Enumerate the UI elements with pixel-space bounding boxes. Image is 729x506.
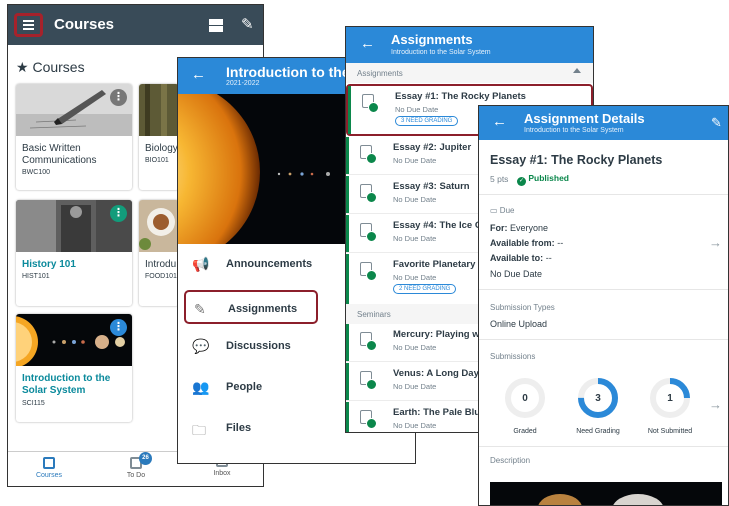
folder-icon: 🗀 xyxy=(192,422,206,438)
submissions-chevron-right-icon[interactable]: → xyxy=(709,397,722,412)
course-code: SCI115 xyxy=(22,400,45,407)
due-section-label: ▭ Due xyxy=(490,206,515,215)
submission-types-label: Submission Types xyxy=(490,303,555,312)
people-icon: 👥 xyxy=(192,379,210,395)
published-assignment-icon xyxy=(360,332,377,351)
submission-types-value: Online Upload xyxy=(490,319,548,329)
course-card-bwc[interactable]: ⋮ Basic Written Communications BWC100 xyxy=(16,84,132,190)
courses-title: Courses xyxy=(54,16,115,33)
check-circle-icon: ✓ xyxy=(517,177,526,186)
course-card-history[interactable]: ⋮ History 101 HIST101 xyxy=(16,200,132,306)
assignment-icon: ✎ xyxy=(194,301,206,317)
course-name: Basic Written Communications xyxy=(22,143,97,166)
details-top-bar: ← Assignment Details Introduction to the… xyxy=(479,106,728,140)
courses-icon xyxy=(43,457,55,469)
assignment-details-screen: ← Assignment Details Introduction to the… xyxy=(478,105,729,506)
description-label: Description xyxy=(490,456,531,465)
published-assignment-icon xyxy=(362,94,379,113)
course-card-image xyxy=(139,200,179,252)
nav-todo[interactable]: 26 To Do xyxy=(106,452,166,479)
details-course-name: Introduction to the Solar System xyxy=(524,127,624,134)
due-date: No Due Date xyxy=(490,269,543,279)
card-options-button[interactable]: ⋮ xyxy=(110,205,127,222)
available-to: Available to: -- xyxy=(490,253,552,263)
discussion-icon: 💬 xyxy=(192,338,210,354)
description-image xyxy=(490,482,722,505)
pencil-icon[interactable]: ✎ xyxy=(241,15,254,33)
needs-grading-badge: 3 NEED GRADING xyxy=(395,116,459,126)
not-submitted-label: Not Submitted xyxy=(647,428,693,435)
graded-count: 0 xyxy=(522,393,528,404)
assignments-top-bar: ← Assignments Introduction to the Solar … xyxy=(346,27,593,63)
course-name: Introduction to the Solar System xyxy=(22,373,111,396)
courses-top-bar: Courses ✎ xyxy=(8,5,263,45)
nav-courses[interactable]: Courses xyxy=(19,452,79,479)
grid-layout-icon[interactable] xyxy=(209,19,223,32)
megaphone-icon: 📢 xyxy=(192,256,210,272)
need-grading-count: 3 xyxy=(595,393,601,404)
published-assignment-icon xyxy=(360,371,377,390)
details-title: Assignment Details xyxy=(524,111,645,126)
published-assignment-icon xyxy=(360,184,377,203)
course-code: BWC100 xyxy=(22,169,51,176)
card-options-button[interactable]: ⋮ xyxy=(110,319,127,336)
back-arrow-icon[interactable]: ← xyxy=(492,113,507,130)
course-code: FOOD101 xyxy=(145,273,177,280)
course-name: Biology xyxy=(145,143,178,154)
due-for: For: Everyone xyxy=(490,223,549,233)
courses-section-heading: ★ Courses xyxy=(16,59,85,75)
course-name: Introdu xyxy=(145,259,177,270)
assignments-course-name: Introduction to the Solar System xyxy=(391,49,491,56)
needs-grading-badge: 2 NEED GRADING xyxy=(393,284,457,294)
hamburger-menu-button[interactable] xyxy=(14,13,43,37)
star-icon: ★ xyxy=(16,59,29,75)
back-arrow-icon[interactable]: ← xyxy=(191,66,206,83)
need-grading-label: Need Grading xyxy=(576,428,620,435)
available-from: Available from: -- xyxy=(490,238,564,248)
course-card-food[interactable]: Introdu FOOD101 xyxy=(139,200,179,306)
published-assignment-icon xyxy=(360,223,377,242)
card-options-button[interactable]: ⋮ xyxy=(110,89,127,106)
course-code: HIST101 xyxy=(22,273,50,280)
back-arrow-icon[interactable]: ← xyxy=(360,35,375,52)
submissions-label: Submissions xyxy=(490,352,536,361)
assignment-title: Essay #1: The Rocky Planets xyxy=(490,153,663,167)
group-header-assignments[interactable]: Assignments xyxy=(346,63,593,83)
published-assignment-icon xyxy=(360,410,377,429)
edit-pencil-icon[interactable]: ✎ xyxy=(711,115,722,131)
course-term: 2021-2022 xyxy=(226,80,260,87)
collapse-caret-icon xyxy=(573,68,581,73)
due-chevron-right-icon[interactable]: → xyxy=(709,235,722,250)
calendar-icon: ▭ xyxy=(490,206,498,215)
todo-count-badge: 26 xyxy=(139,452,152,465)
course-code: BIO101 xyxy=(145,157,169,164)
course-card-solar-system[interactable]: ⋮ Introduction to the Solar System SCI11… xyxy=(16,314,132,422)
assignments-title: Assignments xyxy=(391,32,473,47)
graded-label: Graded xyxy=(513,428,537,435)
course-card-biology[interactable]: Biology BIO101 xyxy=(139,84,179,190)
assignment-points: 5 pts xyxy=(490,174,509,184)
published-discussion-icon xyxy=(360,262,377,281)
published-assignment-icon xyxy=(360,145,377,164)
menu-assignments[interactable]: ✎ Assignments xyxy=(184,290,318,324)
not-submitted-count: 1 xyxy=(667,393,673,404)
published-status: ✓ Published xyxy=(517,173,569,186)
course-name: History 101 xyxy=(22,259,76,270)
course-card-image xyxy=(139,84,179,136)
